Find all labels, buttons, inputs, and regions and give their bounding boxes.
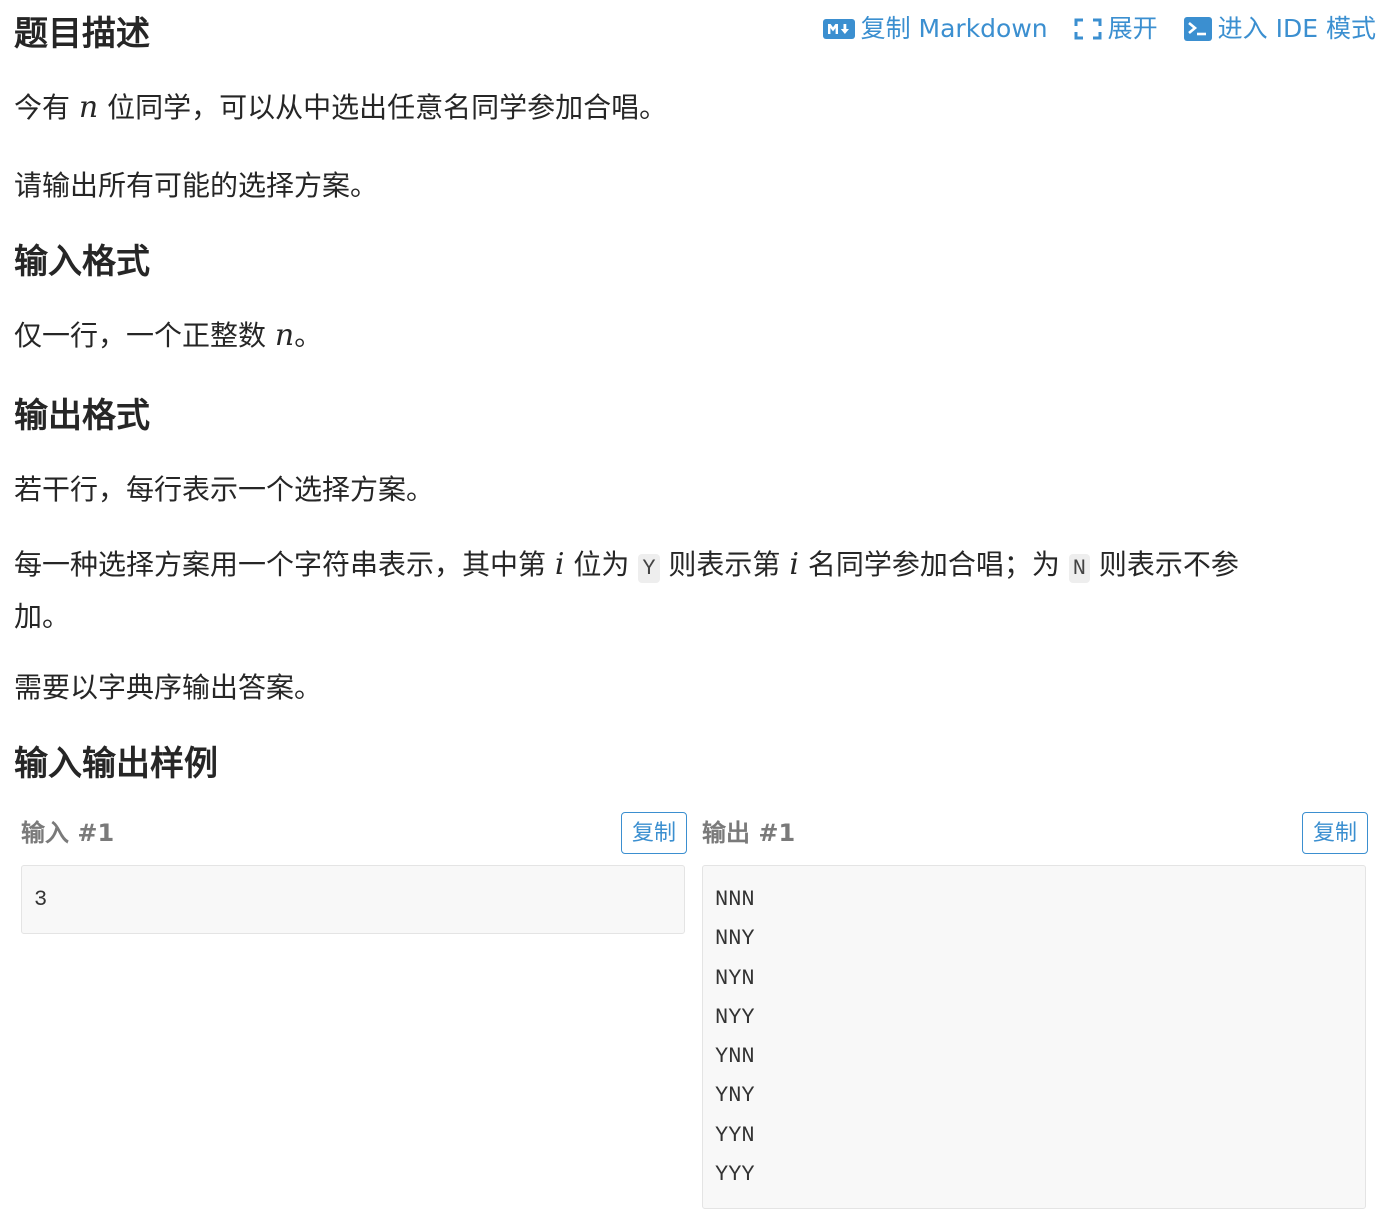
copy-markdown-label: 复制 Markdown <box>860 14 1048 43</box>
ide-mode-label: 进入 IDE 模式 <box>1217 14 1376 43</box>
section-title-output-format: 输出格式 <box>14 396 150 436</box>
description-paragraph-1: 今有 n 位同学，可以从中选出任意名同学参加合唱。 <box>14 90 668 125</box>
ide-mode-button[interactable]: 进入 IDE 模式 <box>1183 12 1376 46</box>
output-format-line-1: 若干行，每行表示一个选择方案。 <box>14 473 435 506</box>
sample-input: 输入 #1 复制 3 <box>21 812 687 935</box>
sample-output-code[interactable]: NNN NNY NYN NYY YNN YNY YYN YYY <box>702 865 1366 1209</box>
copy-markdown-button[interactable]: 复制 Markdown <box>822 12 1048 46</box>
input-format-text: 仅一行，一个正整数 n。 <box>14 318 323 353</box>
sample-output-header: 输出 #1 复制 <box>702 812 1368 856</box>
problem-page: 题目描述 复制 Markdown 展开 进入 IDE 模式 今有 n 位同学，可… <box>14 0 1376 1209</box>
sample-output-label: 输出 #1 <box>702 819 796 847</box>
section-title-samples: 输入输出样例 <box>14 744 218 784</box>
section-title-description: 题目描述 <box>14 14 150 54</box>
sample-output: 输出 #1 复制 NNN NNY NYN NYY YNN YNY YYN YYY <box>702 812 1368 1209</box>
math-var-i: i <box>789 547 799 582</box>
math-var-n: n <box>274 318 295 353</box>
math-var-n: n <box>78 90 99 125</box>
sample-input-header: 输入 #1 复制 <box>21 812 687 856</box>
inline-code-y: Y <box>638 554 660 583</box>
sample-input-code[interactable]: 3 <box>21 865 685 935</box>
sample-input-label: 输入 #1 <box>21 819 115 847</box>
copy-output-button[interactable]: 复制 <box>1301 812 1368 854</box>
output-format-line-3: 需要以字典序输出答案。 <box>14 671 323 704</box>
action-bar: 复制 Markdown 展开 进入 IDE 模式 <box>822 12 1376 46</box>
section-title-input-format: 输入格式 <box>14 242 150 282</box>
terminal-icon <box>1183 17 1212 41</box>
math-var-i: i <box>554 547 565 582</box>
markdown-icon <box>822 18 855 40</box>
expand-icon <box>1074 18 1102 40</box>
description-paragraph-2: 请输出所有可能的选择方案。 <box>14 169 379 202</box>
inline-code-n: N <box>1068 554 1090 583</box>
output-format-line-2: 每一种选择方案用一个字符串表示，其中第 i 位为 Y 则表示第 i 名同学参加合… <box>14 547 1239 633</box>
expand-button[interactable]: 展开 <box>1074 12 1158 46</box>
header-row: 题目描述 复制 Markdown 展开 进入 IDE 模式 <box>14 0 1376 66</box>
copy-input-button[interactable]: 复制 <box>620 812 687 854</box>
expand-label: 展开 <box>1107 14 1158 43</box>
